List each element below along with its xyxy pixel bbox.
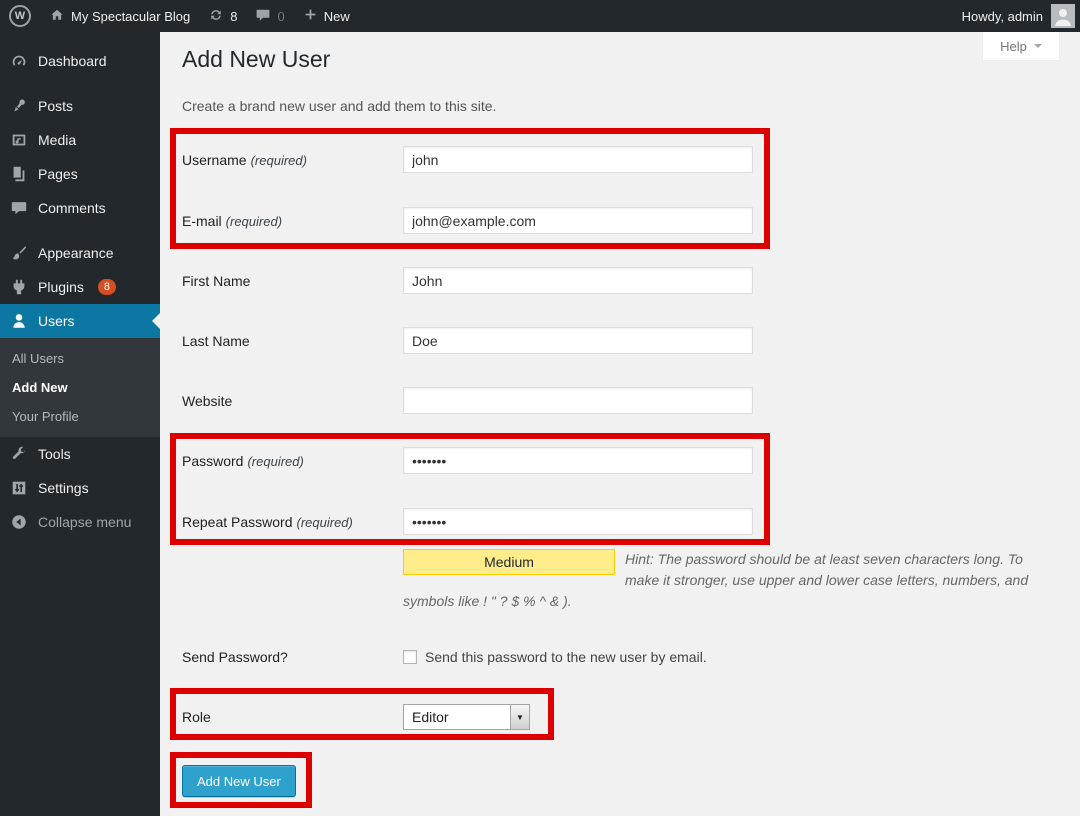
submenu-item-your-profile[interactable]: Your Profile <box>0 402 160 431</box>
wrench-icon <box>9 444 29 464</box>
send-password-row: Send Password? Send this password to the… <box>182 643 707 671</box>
website-label: Website <box>182 393 403 409</box>
collapse-menu-button[interactable]: Collapse menu <box>0 505 160 539</box>
password-input[interactable] <box>403 447 753 474</box>
last-name-input[interactable] <box>403 327 753 354</box>
howdy-label: Howdy, admin <box>962 9 1043 24</box>
sidebar-label: Settings <box>38 480 89 496</box>
repeat-password-label: Repeat Password(required) <box>182 514 403 530</box>
sidebar-label: Collapse menu <box>38 514 131 530</box>
last-name-row: Last Name <box>182 327 753 354</box>
sidebar-item-tools[interactable]: Tools <box>0 437 160 471</box>
sidebar-label: Dashboard <box>38 53 107 69</box>
first-name-row: First Name <box>182 267 753 294</box>
update-count: 8 <box>230 9 237 24</box>
email-label: E-mail(required) <box>182 213 403 229</box>
last-name-label: Last Name <box>182 333 403 349</box>
admin-bar: W My Spectacular Blog 8 <box>0 0 1080 32</box>
sidebar-label: Media <box>38 132 76 148</box>
send-password-checkbox[interactable] <box>403 650 417 664</box>
sidebar-item-media[interactable]: Media <box>0 123 160 157</box>
plus-icon <box>303 7 318 25</box>
paintbrush-icon <box>9 243 29 263</box>
role-select[interactable]: Editor ▼ <box>403 704 530 730</box>
new-label: New <box>324 9 350 24</box>
avatar <box>1051 4 1075 28</box>
updates-link[interactable]: 8 <box>199 0 246 32</box>
sidebar-label: Comments <box>38 200 106 216</box>
home-icon <box>49 7 65 26</box>
sidebar-label: Appearance <box>38 245 114 261</box>
pages-icon <box>9 164 29 184</box>
users-submenu: All Users Add New Your Profile <box>0 338 160 437</box>
wordpress-logo-menu[interactable]: W <box>0 0 40 32</box>
first-name-input[interactable] <box>403 267 753 294</box>
main-content: Help Add New User Create a brand new use… <box>160 32 1080 816</box>
new-content-menu[interactable]: New <box>294 0 359 32</box>
website-input[interactable] <box>403 387 753 414</box>
user-icon <box>9 311 29 331</box>
dashboard-icon <box>9 51 29 71</box>
email-row: E-mail(required) <box>182 207 753 234</box>
sidebar-item-settings[interactable]: Settings <box>0 471 160 505</box>
plugins-update-badge: 8 <box>98 279 116 295</box>
sidebar-item-comments[interactable]: Comments <box>0 191 160 225</box>
role-label: Role <box>182 709 403 725</box>
site-name-label: My Spectacular Blog <box>71 9 190 24</box>
sidebar-item-dashboard[interactable]: Dashboard <box>0 44 160 78</box>
updates-icon <box>208 7 224 26</box>
sidebar-item-users[interactable]: Users <box>0 304 160 338</box>
add-new-user-button[interactable]: Add New User <box>182 765 296 797</box>
sidebar-label: Tools <box>38 446 71 462</box>
site-name-link[interactable]: My Spectacular Blog <box>40 0 199 32</box>
help-button[interactable]: Help <box>982 32 1060 61</box>
wordpress-admin-page: W My Spectacular Blog 8 <box>0 0 1080 816</box>
wordpress-logo-icon: W <box>9 5 31 27</box>
submenu-item-add-new[interactable]: Add New <box>0 373 160 402</box>
sidebar-item-appearance[interactable]: Appearance <box>0 236 160 270</box>
sidebar-item-posts[interactable]: Posts <box>0 89 160 123</box>
password-label: Password(required) <box>182 453 403 469</box>
password-row: Password(required) <box>182 447 753 474</box>
pushpin-icon <box>9 96 29 116</box>
submenu-item-all-users[interactable]: All Users <box>0 344 160 373</box>
page-subtitle: Create a brand new user and add them to … <box>182 98 496 114</box>
sidebar-label: Users <box>38 313 75 329</box>
page-title: Add New User <box>182 44 330 74</box>
help-label: Help <box>1000 39 1027 54</box>
repeat-password-input[interactable] <box>403 508 753 535</box>
admin-bar-left: W My Spectacular Blog 8 <box>0 0 359 32</box>
sidebar-label: Pages <box>38 166 78 182</box>
settings-sliders-icon <box>9 478 29 498</box>
media-icon <box>9 130 29 150</box>
dropdown-arrow-icon: ▼ <box>510 705 529 729</box>
username-row: Username(required) <box>182 146 753 173</box>
comments-link[interactable]: 0 <box>246 0 293 32</box>
password-strength-meter: Medium <box>403 549 615 575</box>
chevron-down-icon <box>1034 44 1042 52</box>
password-strength-section: Medium Hint: The password should be at l… <box>403 549 1043 612</box>
my-account-menu[interactable]: Howdy, admin <box>962 0 1080 32</box>
sidebar-item-plugins[interactable]: Plugins 8 <box>0 270 160 304</box>
send-password-checkbox-label: Send this password to the new user by em… <box>425 649 707 665</box>
role-row: Role Editor ▼ <box>182 704 530 730</box>
website-row: Website <box>182 387 753 414</box>
send-password-label: Send Password? <box>182 649 403 665</box>
comment-count: 0 <box>277 9 284 24</box>
current-menu-arrow <box>144 313 160 329</box>
comment-bubble-icon <box>255 7 271 26</box>
email-field[interactable] <box>403 207 753 234</box>
collapse-arrow-icon <box>9 512 29 532</box>
sidebar-label: Posts <box>38 98 73 114</box>
plug-icon <box>9 277 29 297</box>
role-selected-value: Editor <box>404 705 510 729</box>
comment-bubble-icon <box>9 198 29 218</box>
admin-menu: Dashboard Posts Media <box>0 32 160 816</box>
sidebar-item-pages[interactable]: Pages <box>0 157 160 191</box>
username-input[interactable] <box>403 146 753 173</box>
username-label: Username(required) <box>182 152 403 168</box>
sidebar-label: Plugins <box>38 279 84 295</box>
first-name-label: First Name <box>182 273 403 289</box>
repeat-password-row: Repeat Password(required) <box>182 508 753 535</box>
